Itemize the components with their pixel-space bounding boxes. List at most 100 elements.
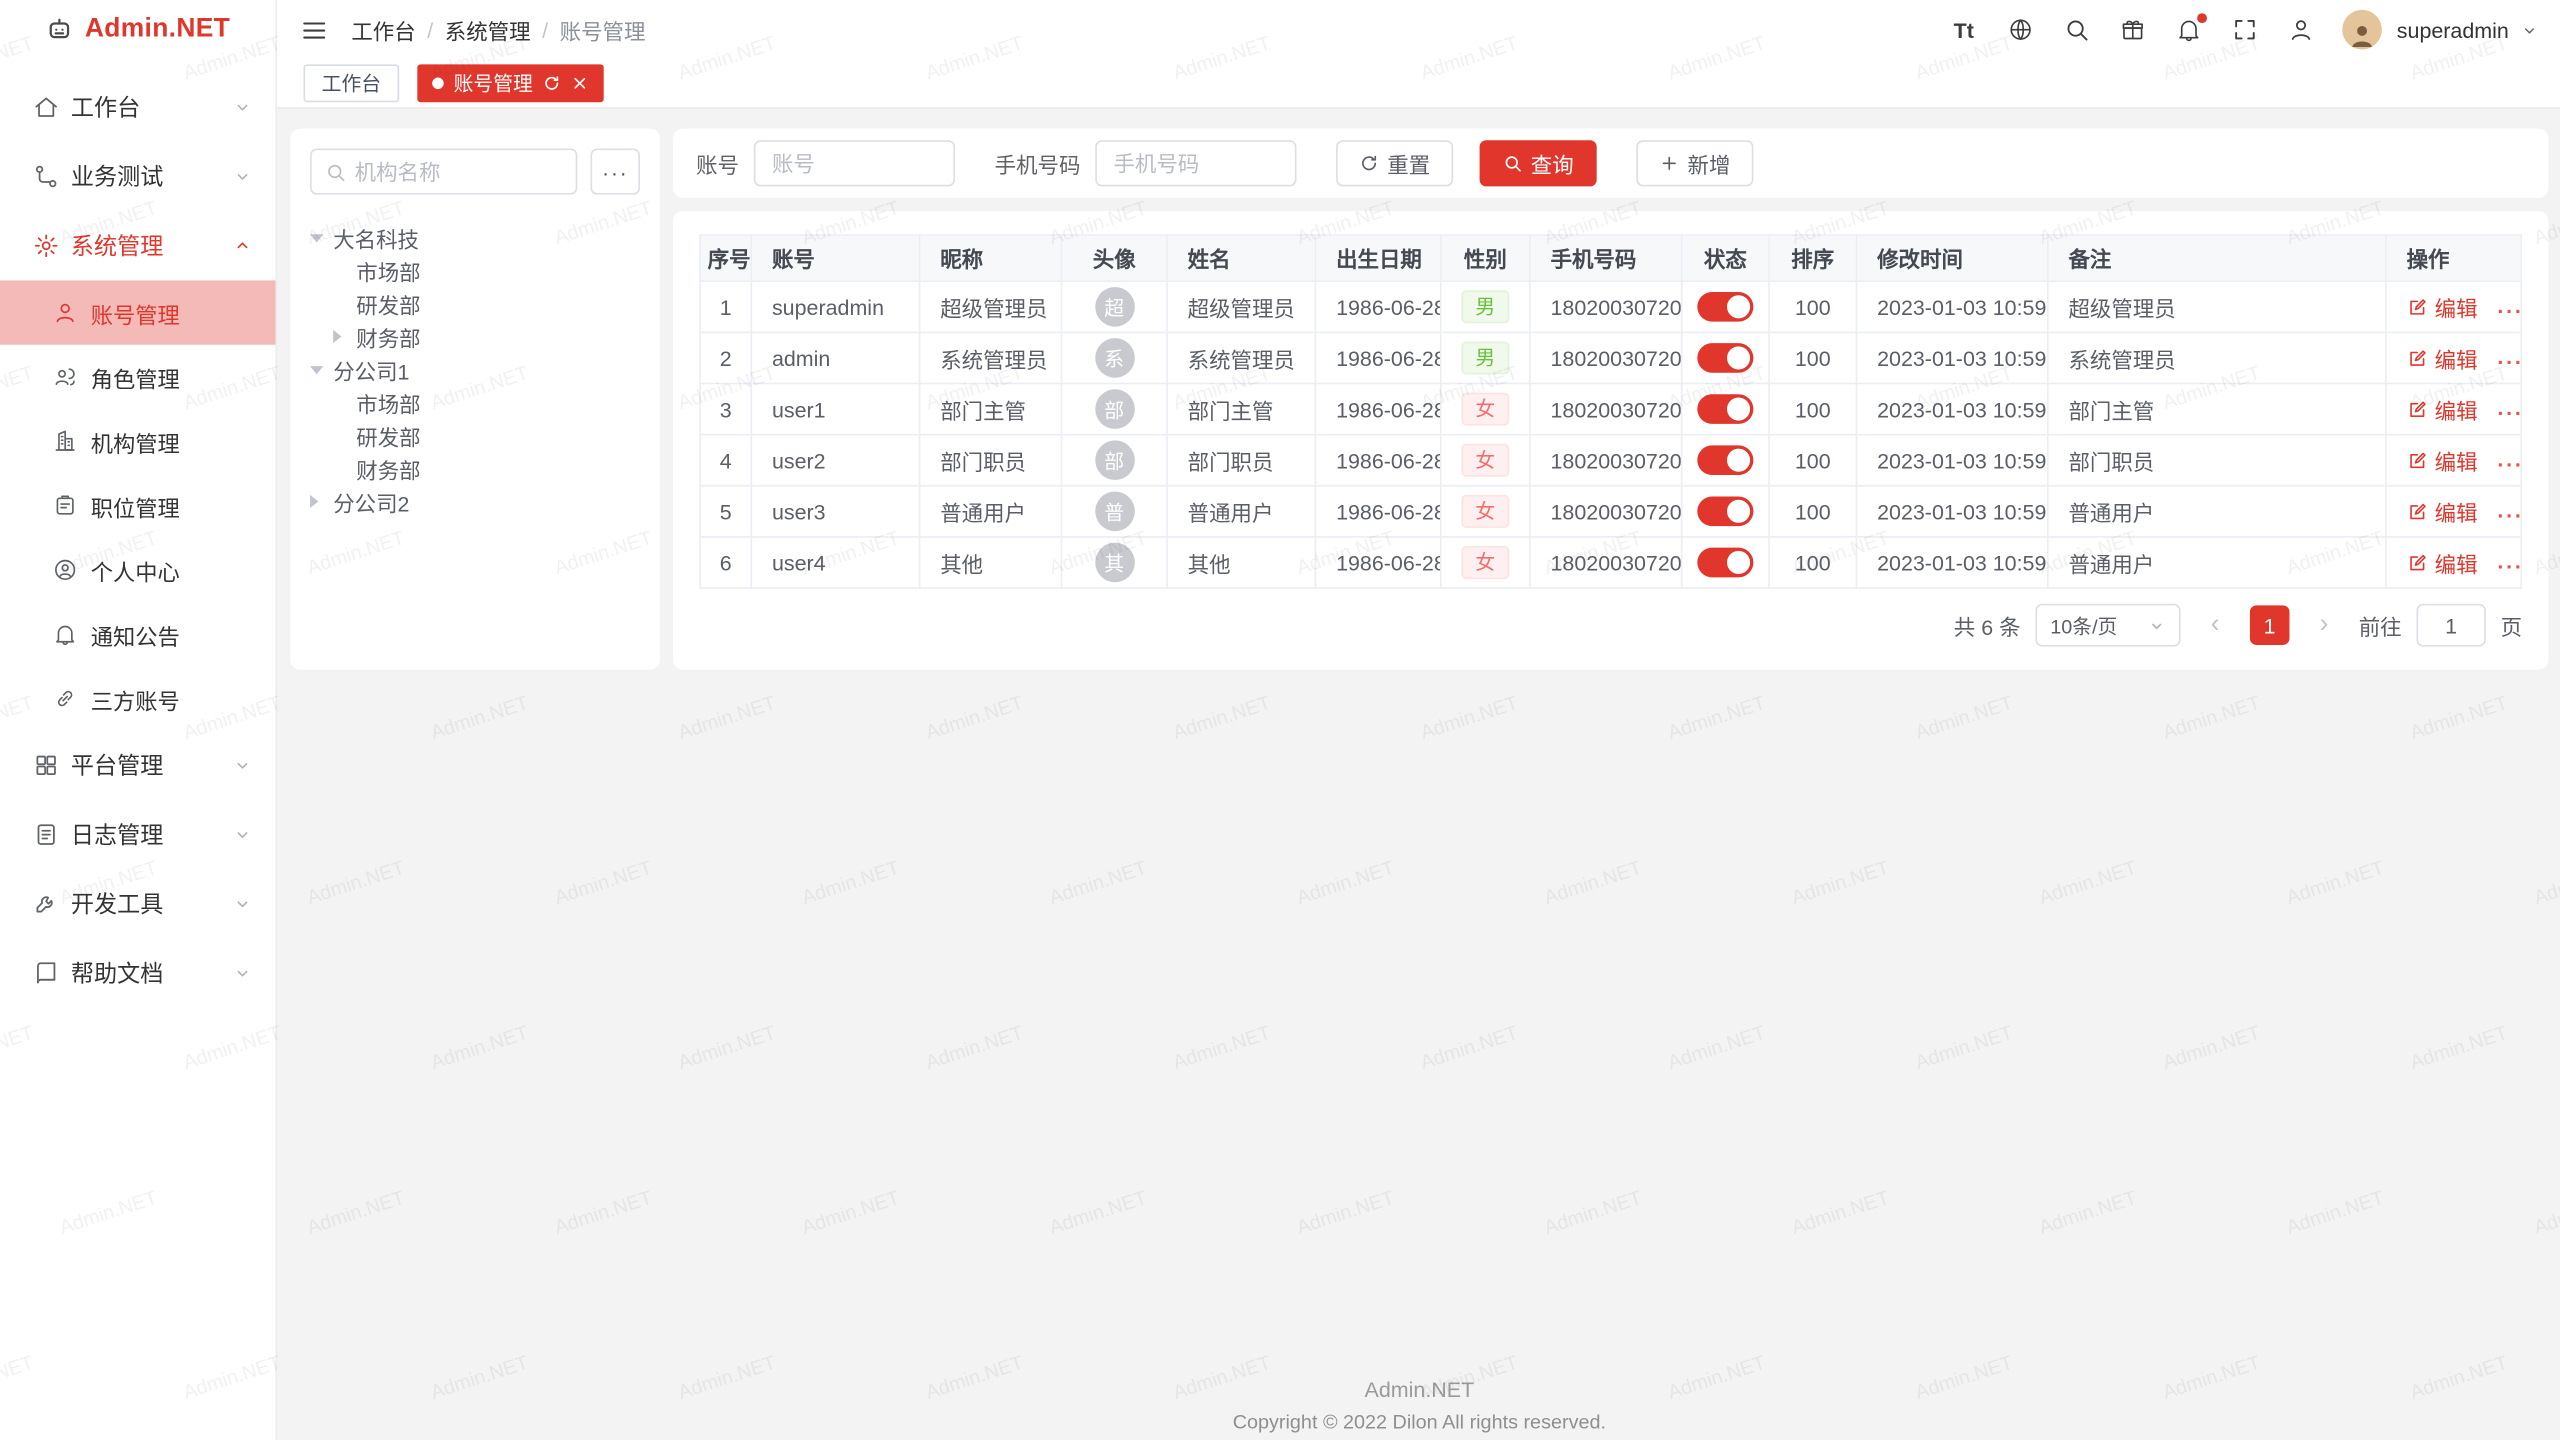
tree-node[interactable]: 财务部 (310, 320, 640, 353)
page-footer: Admin.NET Copyright © 2022 Dilon All rig… (277, 1377, 2560, 1433)
breadcrumb-item[interactable]: 工作台 (351, 14, 415, 45)
tab-account-management[interactable]: 账号管理 (417, 64, 603, 102)
current-page-button[interactable]: 1 (2250, 605, 2290, 645)
sidebar-item-account-management[interactable]: 账号管理 (0, 280, 275, 344)
tab-label: 账号管理 (454, 69, 533, 97)
column-header: 姓名 (1167, 235, 1315, 281)
logo-icon (45, 15, 75, 45)
reset-button[interactable]: 重置 (1336, 140, 1453, 186)
header-actions: Tt superadmin (1950, 10, 2539, 50)
search-button[interactable]: 查询 (1480, 140, 1597, 186)
globe-icon[interactable] (2006, 16, 2034, 44)
sidebar-item-system-management[interactable]: 系统管理 (0, 211, 275, 280)
sidebar-item-help-docs[interactable]: 帮助文档 (0, 939, 275, 1008)
status-toggle[interactable] (1697, 343, 1753, 373)
tree-node[interactable]: 研发部 (310, 287, 640, 320)
org-search-input[interactable] (355, 159, 563, 184)
column-header: 排序 (1769, 235, 1856, 281)
goto-page-input[interactable] (2416, 604, 2485, 647)
tree-node-label: 财务部 (356, 453, 420, 484)
tree-more-button[interactable]: ··· (591, 148, 640, 194)
content-area: ··· 大名科技 市场部 研发部 财务部 (277, 109, 2560, 1440)
sidebar-item-log-management[interactable]: 日志管理 (0, 800, 275, 869)
status-toggle[interactable] (1697, 445, 1753, 475)
caret-right-icon[interactable] (310, 495, 333, 508)
cell-remark: 普通用户 (2048, 486, 2386, 537)
right-column: 账号 手机号码 重置 查询 (673, 129, 2548, 670)
font-size-icon[interactable]: Tt (1950, 16, 1978, 44)
tree-node[interactable]: 市场部 (310, 386, 640, 419)
chevron-down-icon[interactable] (2520, 21, 2538, 39)
prev-page-button[interactable]: ‹ (2195, 605, 2235, 645)
cell-remark: 普通用户 (2048, 537, 2386, 588)
status-toggle[interactable] (1697, 548, 1753, 578)
hamburger-menu-icon[interactable] (300, 16, 328, 44)
profile-icon (53, 557, 79, 583)
gift-icon[interactable] (2118, 16, 2146, 44)
tree-node[interactable]: 研发部 (310, 419, 640, 452)
cell-remark: 系统管理员 (2048, 332, 2386, 383)
add-button[interactable]: 新增 (1636, 140, 1753, 186)
status-toggle[interactable] (1697, 292, 1753, 322)
tab-workbench[interactable]: 工作台 (304, 64, 400, 102)
tree-node[interactable]: 分公司1 (310, 353, 640, 386)
user-icon[interactable] (2286, 16, 2314, 44)
cell-sort: 100 (1769, 435, 1856, 486)
tree-node-label: 研发部 (356, 288, 420, 319)
sidebar-item-workbench[interactable]: 工作台 (0, 73, 275, 142)
sidebar-item-personal-center[interactable]: 个人中心 (0, 538, 275, 602)
phone-input[interactable] (1095, 140, 1296, 186)
search-icon[interactable] (2062, 16, 2090, 44)
sidebar-item-label: 系统管理 (71, 229, 221, 262)
sidebar-item-position-management[interactable]: 职位管理 (0, 473, 275, 537)
row-more-button[interactable]: ··· (2497, 400, 2521, 425)
account-input[interactable] (754, 140, 955, 186)
chevron-down-icon (233, 167, 253, 187)
tree-node-label: 分公司2 (333, 486, 409, 517)
caret-down-icon[interactable] (310, 365, 333, 373)
footer-title: Admin.NET (277, 1377, 2560, 1402)
status-toggle[interactable] (1697, 394, 1753, 424)
cell-index: 3 (700, 384, 751, 435)
org-search-box[interactable] (310, 148, 577, 194)
row-more-button[interactable]: ··· (2497, 502, 2521, 527)
row-more-button[interactable]: ··· (2497, 553, 2521, 578)
sidebar-item-third-party-account[interactable]: 三方账号 (0, 666, 275, 730)
cell-modified-time: 2023-01-03 10:59:44 (1856, 435, 2047, 486)
edit-button[interactable]: 编辑 (2407, 342, 2478, 373)
cell-sort: 100 (1769, 486, 1856, 537)
tree-node[interactable]: 分公司2 (310, 485, 640, 518)
app-title: Admin.NET (85, 15, 230, 45)
cell-phone: 18020030720 (1530, 384, 1682, 435)
tree-node[interactable]: 大名科技 (310, 221, 640, 254)
edit-button[interactable]: 编辑 (2407, 496, 2478, 527)
page-size-select[interactable]: 10条/页 (2035, 604, 2180, 647)
edit-button[interactable]: 编辑 (2407, 547, 2478, 578)
cell-birthdate: 1986-06-28 (1315, 332, 1440, 383)
next-page-button[interactable]: › (2304, 605, 2344, 645)
edit-button[interactable]: 编辑 (2407, 445, 2478, 476)
tree-node[interactable]: 财务部 (310, 452, 640, 485)
sidebar-item-dev-tools[interactable]: 开发工具 (0, 869, 275, 938)
row-more-button[interactable]: ··· (2497, 349, 2521, 374)
notification-bell-icon[interactable] (2174, 16, 2202, 44)
sidebar-item-notice[interactable]: 通知公告 (0, 602, 275, 666)
fullscreen-icon[interactable] (2230, 16, 2258, 44)
row-more-button[interactable]: ··· (2497, 298, 2521, 323)
edit-button[interactable]: 编辑 (2407, 393, 2478, 424)
row-more-button[interactable]: ··· (2497, 451, 2521, 476)
status-toggle[interactable] (1697, 496, 1753, 526)
refresh-icon[interactable] (543, 74, 561, 92)
sidebar-item-org-management[interactable]: 机构管理 (0, 409, 275, 473)
sidebar-item-business-test[interactable]: 业务测试 (0, 142, 275, 211)
sidebar-item-platform-management[interactable]: 平台管理 (0, 731, 275, 800)
caret-down-icon[interactable] (310, 233, 333, 241)
caret-right-icon[interactable] (333, 330, 356, 343)
tree-node[interactable]: 市场部 (310, 254, 640, 287)
username[interactable]: superadmin (2397, 17, 2509, 42)
avatar[interactable] (2342, 10, 2382, 50)
close-icon[interactable] (571, 74, 589, 92)
sidebar-item-role-management[interactable]: 角色管理 (0, 345, 275, 409)
edit-button[interactable]: 编辑 (2407, 291, 2478, 322)
breadcrumb-item[interactable]: 系统管理 (445, 14, 531, 45)
